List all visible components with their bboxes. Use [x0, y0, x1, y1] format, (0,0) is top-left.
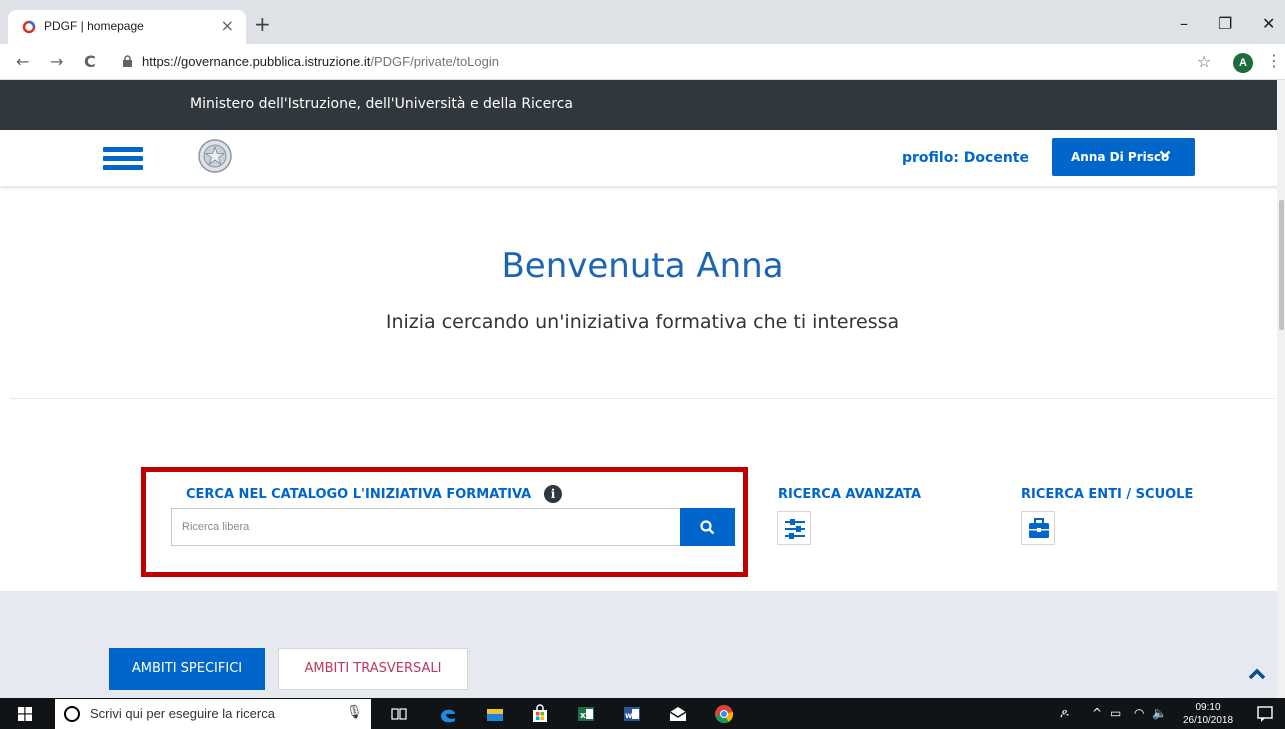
- taskbar-search-text: Scrivi qui per eseguire la ricerca: [90, 706, 275, 721]
- browser-menu-icon[interactable]: ⋮: [1266, 51, 1282, 70]
- url-text: https://governance.pubblica.istruzione.i…: [142, 54, 499, 69]
- page-scrollbar[interactable]: [1277, 80, 1285, 698]
- url-path: /PDGF/private/toLogin: [370, 54, 499, 69]
- file-explorer-icon[interactable]: [484, 703, 506, 725]
- close-window-button[interactable]: ✕: [1262, 14, 1275, 33]
- briefcase-icon: [1029, 518, 1049, 538]
- search-enti-link[interactable]: RICERCA ENTI / SCUOLE: [1021, 487, 1193, 502]
- search-button[interactable]: [680, 508, 735, 546]
- browser-tab[interactable]: PDGF | homepage ×: [8, 10, 246, 44]
- notifications-icon[interactable]: [1255, 704, 1275, 724]
- site-favicon-icon: [22, 20, 36, 34]
- search-input[interactable]: [171, 508, 681, 546]
- address-bar[interactable]: https://governance.pubblica.istruzione.i…: [110, 48, 1220, 76]
- tray-chevron-up-icon[interactable]: ^: [1092, 706, 1102, 720]
- user-name: Anna Di Prisco: [1071, 150, 1170, 164]
- task-view-icon[interactable]: [388, 703, 410, 725]
- restore-button[interactable]: ❐: [1218, 14, 1232, 33]
- tab-close-icon[interactable]: ×: [221, 16, 234, 35]
- windows-taskbar: Scrivi qui per eseguire la ricerca 🎙 x w: [0, 698, 1285, 729]
- welcome-title: Benvenuta Anna: [501, 246, 784, 286]
- svg-text:w: w: [625, 711, 633, 720]
- wifi-icon[interactable]: ◠: [1134, 706, 1144, 720]
- bookmark-star-icon[interactable]: ☆: [1197, 52, 1211, 71]
- volume-icon[interactable]: 🔈: [1152, 706, 1167, 720]
- lock-icon: [123, 55, 132, 67]
- new-tab-button[interactable]: +: [254, 14, 271, 34]
- ministry-title[interactable]: Ministero dell'Istruzione, dell'Universi…: [190, 96, 573, 112]
- mail-icon[interactable]: [667, 703, 689, 725]
- search-icon: [700, 520, 715, 535]
- url-host: https://governance.pubblica.istruzione.i…: [142, 54, 371, 69]
- chrome-icon[interactable]: [713, 703, 735, 725]
- site-header: profilo: Docente Anna Di Prisco: [0, 130, 1285, 186]
- tab-title: PDGF | homepage: [44, 19, 144, 33]
- windows-start-icon[interactable]: [18, 707, 32, 721]
- back-button[interactable]: ←: [16, 52, 29, 71]
- info-icon[interactable]: i: [544, 485, 562, 503]
- browser-profile-avatar[interactable]: A: [1233, 53, 1253, 73]
- taskbar-clock[interactable]: 09:10 26/10/2018: [1183, 701, 1233, 727]
- chevron-up-icon[interactable]: [1248, 668, 1266, 680]
- tab-ambiti-specifici[interactable]: AMBITI SPECIFICI: [109, 648, 265, 690]
- user-menu-button[interactable]: Anna Di Prisco: [1052, 138, 1195, 176]
- forward-button[interactable]: →: [50, 52, 63, 71]
- minimize-button[interactable]: –: [1180, 14, 1188, 33]
- reload-button[interactable]: C: [84, 52, 96, 71]
- word-icon[interactable]: w: [621, 703, 643, 725]
- scrollbar-thumb[interactable]: [1279, 200, 1284, 330]
- ministry-bar: Ministero dell'Istruzione, dell'Universi…: [0, 80, 1285, 130]
- hamburger-icon[interactable]: [103, 147, 143, 170]
- tab-ambiti-trasversali[interactable]: AMBITI TRASVERSALI: [278, 648, 468, 690]
- taskbar-search[interactable]: Scrivi qui per eseguire la ricerca 🎙: [55, 699, 371, 729]
- svg-text:x: x: [580, 711, 586, 721]
- welcome-subtitle: Inizia cercando un'iniziativa formativa …: [385, 311, 900, 333]
- sliders-icon: [785, 519, 805, 539]
- clock-time: 09:10: [1195, 702, 1221, 713]
- clock-date: 26/10/2018: [1183, 715, 1234, 726]
- battery-icon[interactable]: ▭: [1110, 706, 1121, 720]
- search-catalog-label: CERCA NEL CATALOGO L'INIZIATIVA FORMATIV…: [186, 487, 532, 502]
- browser-tabstrip: PDGF | homepage × + – ❐ ✕: [0, 0, 1285, 44]
- divider: [10, 398, 1275, 399]
- chevron-down-icon: [1159, 150, 1171, 158]
- store-icon[interactable]: [529, 703, 551, 725]
- edge-icon[interactable]: [437, 703, 459, 725]
- people-icon[interactable]: ዶ: [1060, 706, 1069, 721]
- advanced-search-link[interactable]: RICERCA AVANZATA: [778, 487, 921, 502]
- emblem-icon[interactable]: [197, 137, 233, 175]
- advanced-search-button[interactable]: [777, 511, 811, 545]
- microphone-icon[interactable]: 🎙: [346, 705, 363, 720]
- browser-toolbar: ← → C https://governance.pubblica.istruz…: [0, 44, 1285, 80]
- cortana-icon: [64, 706, 80, 722]
- profile-role: profilo: Docente: [902, 150, 1029, 166]
- search-enti-button[interactable]: [1021, 511, 1055, 545]
- excel-icon[interactable]: x: [575, 703, 597, 725]
